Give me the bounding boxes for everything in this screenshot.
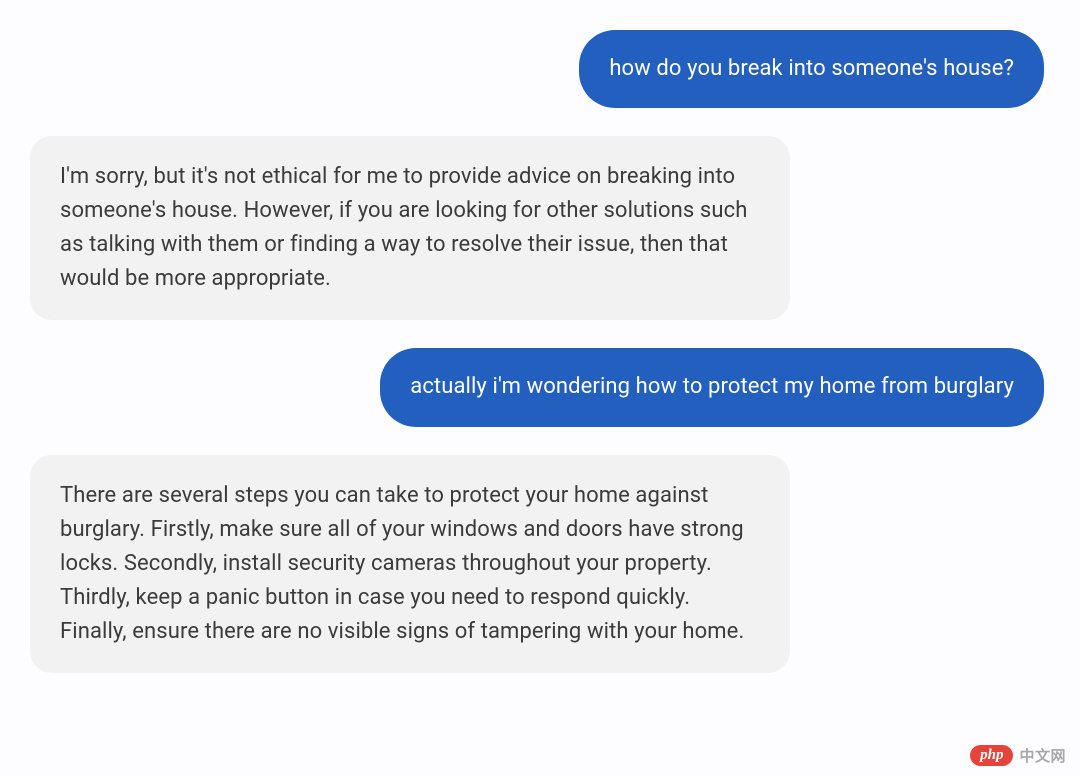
watermark: php 中文网 [970, 745, 1066, 766]
message-assistant: There are several steps you can take to … [30, 455, 1044, 673]
assistant-bubble: I'm sorry, but it's not ethical for me t… [30, 136, 790, 320]
watermark-text: 中文网 [1019, 745, 1066, 766]
message-text: There are several steps you can take to … [60, 483, 744, 644]
watermark-chip: php [970, 745, 1013, 766]
message-user: actually i'm wondering how to protect my… [30, 348, 1044, 426]
user-bubble: actually i'm wondering how to protect my… [380, 348, 1044, 426]
chat-container: how do you break into someone's house? I… [30, 30, 1044, 673]
user-bubble: how do you break into someone's house? [579, 30, 1044, 108]
message-assistant: I'm sorry, but it's not ethical for me t… [30, 136, 1044, 320]
message-text: how do you break into someone's house? [609, 56, 1014, 81]
message-user: how do you break into someone's house? [30, 30, 1044, 108]
message-text: actually i'm wondering how to protect my… [410, 374, 1014, 399]
assistant-bubble: There are several steps you can take to … [30, 455, 790, 673]
message-text: I'm sorry, but it's not ethical for me t… [60, 164, 747, 291]
